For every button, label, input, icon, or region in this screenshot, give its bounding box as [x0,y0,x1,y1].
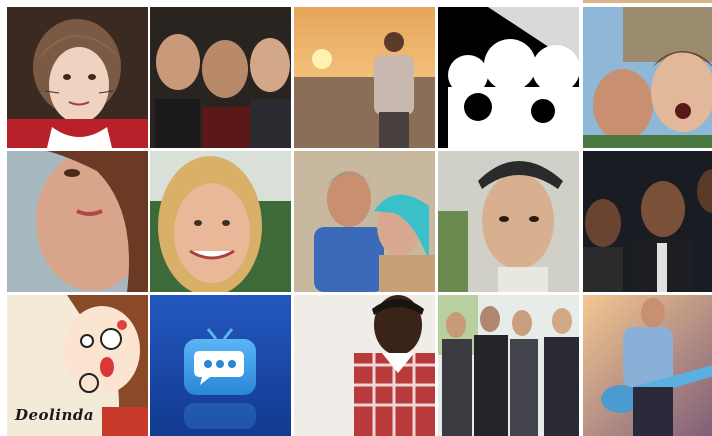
avatar-grid: Deolinda [0,0,712,436]
photo-two-friends-selfie [583,7,712,148]
avatar-man-plaid-shirt[interactable] [294,295,435,436]
tile-caption: Deolinda [15,406,95,424]
photo-bw-abstract [438,7,579,148]
photo-woman-closeup [7,151,148,292]
avatar-girl-cat-whiskers[interactable] [7,7,148,148]
avatar-band-outdoor[interactable] [438,295,579,436]
photo-young-man-cap [438,151,579,292]
photo-couple-blue-hair [294,151,435,292]
photo-man-sunset [294,7,435,148]
avatar-man-sunset[interactable] [294,7,435,148]
avatar-cartoon-girl[interactable]: Deolinda [7,295,148,436]
photo-blonde-woman [150,151,291,292]
avatar-blonde-woman[interactable] [150,151,291,292]
avatar-bw-abstract[interactable] [438,7,579,148]
avatar-woman-closeup[interactable] [7,151,148,292]
avatar-couple-blue-hair[interactable] [294,151,435,292]
tv-chat-icon [150,295,291,436]
partial-tile-edge [583,0,712,3]
photo-band-three-men [150,7,291,148]
avatar-young-man-cap[interactable] [438,151,579,292]
avatar-three-men-dark[interactable] [583,151,712,292]
photo-guitarist-stage [583,295,712,436]
photo-three-men-dark [583,151,712,292]
photo-band-outdoor [438,295,579,436]
photo-girl-cat-whiskers [7,7,148,148]
avatar-two-friends-selfie[interactable] [583,7,712,148]
avatar-guitarist-stage[interactable] [583,295,712,436]
avatar-tv-chat-icon[interactable] [150,295,291,436]
avatar-band-three-men[interactable] [150,7,291,148]
photo-man-plaid-shirt [294,295,435,436]
